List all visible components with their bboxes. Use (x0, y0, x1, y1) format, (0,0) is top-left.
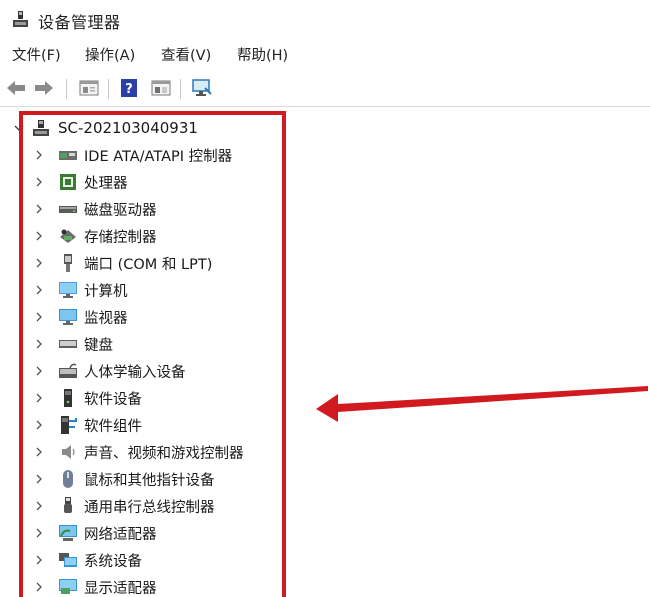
help-button[interactable]: ? (118, 77, 140, 99)
forward-arrow-icon (35, 81, 53, 95)
toolbar: ? (0, 72, 650, 107)
annotation-highlight-box (19, 111, 286, 597)
help-icon: ? (121, 79, 137, 97)
title-bar: 设备管理器 (0, 0, 650, 40)
back-arrow-icon (7, 81, 25, 95)
show-hide-icon (151, 80, 171, 96)
forward-button[interactable] (33, 77, 55, 99)
menu-file[interactable]: 文件(F) (12, 44, 61, 65)
scan-hardware-icon (192, 79, 212, 96)
properties-icon (79, 80, 99, 96)
svg-text:?: ? (125, 82, 133, 97)
device-manager-icon (13, 11, 28, 27)
toolbar-separator (180, 79, 181, 99)
device-manager-window: 设备管理器 文件(F) 操作(A) 查看(V) 帮助(H) ? SC-20210… (0, 0, 650, 597)
properties-button[interactable] (78, 77, 100, 99)
back-button[interactable] (5, 77, 27, 99)
scan-hardware-button[interactable] (191, 77, 213, 99)
toolbar-separator (108, 79, 109, 99)
menu-help[interactable]: 帮助(H) (237, 44, 288, 65)
menu-action[interactable]: 操作(A) (85, 44, 135, 65)
menu-view[interactable]: 查看(V) (161, 44, 211, 65)
toolbar-separator (66, 79, 67, 99)
show-hide-button[interactable] (150, 77, 172, 99)
window-title: 设备管理器 (38, 13, 121, 32)
annotation-arrow-icon (316, 386, 648, 422)
